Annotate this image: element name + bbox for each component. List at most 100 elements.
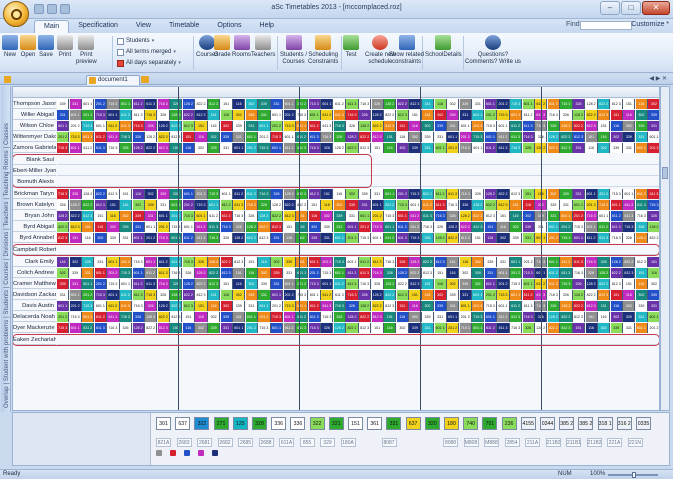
unplaced-lesson-card[interactable]: 336 (271, 417, 287, 430)
lesson-card[interactable]: 326 (170, 99, 183, 109)
lesson-card[interactable]: 331 (69, 279, 82, 289)
lesson-card[interactable]: 331 (157, 200, 170, 210)
lesson-card[interactable]: 601 1 (69, 143, 82, 153)
lesson-card[interactable]: 151 (69, 233, 82, 243)
lesson-card[interactable]: 339 (220, 312, 233, 322)
lesson-card[interactable]: 302 (208, 132, 221, 142)
lesson-card[interactable]: 812 3 (396, 290, 409, 300)
lesson-card[interactable]: 116 (610, 121, 623, 131)
document-tab[interactable]: document1 (86, 75, 140, 85)
lesson-card[interactable]: 716 3 (510, 143, 523, 153)
lesson-card[interactable]: 822 2 (195, 99, 208, 109)
lesson-card[interactable]: 201 2 (94, 99, 107, 109)
lesson-card[interactable]: 339 (610, 323, 623, 333)
student-name[interactable]: Clark Emily (13, 257, 56, 267)
lesson-card[interactable]: 601 1 (346, 222, 359, 232)
lesson-card[interactable]: 331 (459, 290, 472, 300)
student-name[interactable]: Davidson Zackary (13, 290, 56, 300)
student-name[interactable]: Wittenmyer Dakota (13, 132, 56, 142)
lesson-card[interactable]: 339 (233, 301, 246, 311)
lesson-card[interactable]: 326 (598, 257, 611, 267)
lesson-card[interactable]: 302 (308, 222, 321, 232)
lesson-card[interactable]: 116 (308, 211, 321, 221)
lesson-card[interactable]: 151 (572, 323, 586, 333)
lesson-card[interactable]: 302 (598, 323, 611, 333)
student-timetable-row[interactable]: 812 3 151 116 302 339 331 601 1 201 2 715 3 601 1… (57, 233, 659, 243)
lesson-card[interactable]: 116 (283, 233, 296, 243)
student-timetable-row[interactable] (57, 245, 659, 255)
lesson-card[interactable]: 822 2 (572, 301, 586, 311)
lesson-card[interactable]: 116 (182, 143, 195, 153)
lesson-card[interactable]: 601 1 (497, 268, 510, 278)
lesson-card[interactable]: 116 (635, 279, 648, 289)
lesson-card[interactable]: 116 (635, 99, 648, 109)
unplaced-lesson-card[interactable]: 271 (213, 417, 229, 430)
unplaced-lesson-card[interactable]: 0344 (540, 417, 555, 430)
lesson-card[interactable]: 302 (547, 189, 560, 199)
lesson-card[interactable]: 339 (145, 200, 158, 210)
lesson-card[interactable]: 116 (82, 233, 95, 243)
school-details-button[interactable]: SchoolDetails (425, 35, 462, 59)
student-timetable-row[interactable]: 331 601 1 201 2 715 3 601 1 611 2 611 3 716 3 32… (57, 290, 659, 300)
lesson-card[interactable]: 331 (497, 257, 510, 267)
lesson-card[interactable]: 331 (69, 99, 82, 109)
lesson-card[interactable]: 715 3 (270, 132, 284, 142)
lesson-card[interactable]: 201 2 (82, 110, 95, 120)
lesson-card[interactable]: 151 (296, 211, 309, 221)
lesson-card[interactable]: 339 (157, 189, 170, 199)
lesson-card[interactable]: 601 1 (233, 143, 246, 153)
lesson-card[interactable]: 201 2 (258, 312, 271, 322)
student-timetable-row[interactable]: 116 302 339 331 601 1 201 2 715 3 601 1 611 2 611… (57, 257, 659, 267)
lesson-card[interactable]: 822 2 (396, 279, 409, 289)
lesson-card[interactable]: 128 2 (635, 233, 648, 243)
lesson-card[interactable]: 715 3 (258, 143, 271, 153)
lesson-card[interactable]: 128 2 (459, 211, 472, 221)
lesson-card[interactable]: 611 3 (346, 279, 359, 289)
tab-help[interactable]: Help (251, 20, 283, 33)
lesson-card[interactable]: 822 2 (371, 301, 384, 311)
legend-red-icon[interactable] (170, 450, 176, 456)
lesson-card[interactable]: 715 3 (308, 279, 321, 289)
lesson-card[interactable]: 822 2 (346, 143, 359, 153)
lesson-card[interactable]: 302 (296, 233, 309, 243)
lesson-card[interactable]: 151 (245, 257, 258, 267)
lesson-card[interactable]: 331 (270, 99, 284, 109)
lesson-card[interactable]: 151 (396, 301, 409, 311)
lesson-card[interactable]: 331 (434, 132, 447, 142)
document-nav-arrows[interactable]: ◀ ▶ ✕ (649, 75, 667, 82)
lesson-card[interactable]: 201 2 (472, 301, 485, 311)
lesson-card[interactable]: 601 1 (333, 268, 346, 278)
lesson-card[interactable]: 812 3 (610, 99, 623, 109)
lesson-card[interactable]: 326 (346, 301, 359, 311)
lesson-card[interactable]: 151 (371, 143, 384, 153)
lesson-card[interactable]: 302 (396, 143, 409, 153)
lesson-card[interactable]: 601 1 (572, 200, 586, 210)
lesson-card[interactable]: 822 2 (270, 211, 284, 221)
lesson-card[interactable]: 326 (321, 143, 334, 153)
lesson-card[interactable]: 128 2 (132, 143, 145, 153)
lesson-card[interactable]: 151 (585, 312, 598, 322)
lesson-card[interactable]: 326 (333, 312, 346, 322)
lesson-card[interactable]: 128 2 (270, 200, 284, 210)
lesson-card[interactable]: 331 (472, 99, 485, 109)
lesson-card[interactable]: 601 1 (497, 121, 510, 131)
lesson-card[interactable]: 331 (132, 222, 145, 232)
lesson-card[interactable]: 812 3 (598, 110, 611, 120)
lesson-card[interactable]: 151 (472, 233, 485, 243)
student-timetable-row[interactable]: 201 2 715 3 601 1 611 2 611 3 716 3 326 128 2 82… (57, 312, 659, 322)
lesson-card[interactable]: 601 1 (484, 279, 497, 289)
lesson-card[interactable]: 339 (472, 268, 485, 278)
lesson-card[interactable]: 715 3 (258, 323, 271, 333)
student-name[interactable]: Ebert-Miller Jyanne (13, 166, 56, 176)
print-button[interactable]: Print (57, 35, 73, 59)
lesson-card[interactable]: 116 (208, 121, 221, 131)
lesson-card[interactable]: 822 2 (472, 211, 485, 221)
lesson-card[interactable]: 822 2 (459, 222, 472, 232)
lesson-card[interactable]: 715 3 (296, 110, 309, 120)
lesson-card[interactable]: 128 2 (610, 257, 623, 267)
lesson-card[interactable]: 812 3 (610, 279, 623, 289)
lesson-card[interactable]: 326 (459, 200, 472, 210)
lesson-card[interactable]: 601 1 (119, 99, 133, 109)
lesson-card[interactable]: 128 2 (371, 110, 384, 120)
lesson-card[interactable]: 326 (195, 257, 208, 267)
